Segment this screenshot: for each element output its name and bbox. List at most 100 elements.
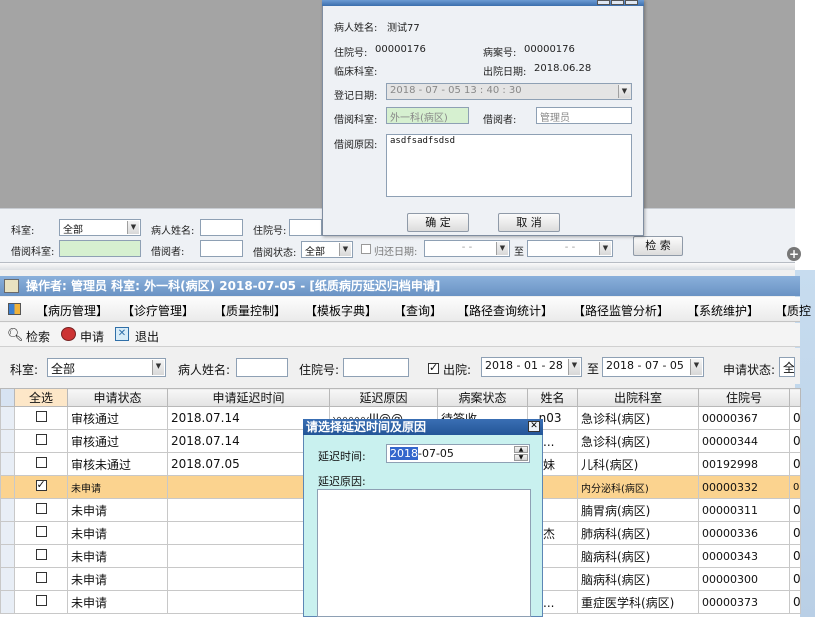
row-indicator[interactable] (0, 498, 15, 522)
filter-date-to-value: 2018 - 07 - 05 (606, 359, 684, 372)
filter-dept-select[interactable]: 全部 ▼ (47, 358, 166, 377)
d1-borrow-dept-input[interactable]: 外一科(病区) (386, 107, 469, 124)
menu-treatment-management[interactable]: 【诊疗管理】 (122, 302, 194, 319)
row-checkbox[interactable] (35, 434, 47, 445)
row-indicator[interactable] (0, 406, 15, 430)
chevron-down-icon[interactable]: ▼ (152, 360, 164, 375)
d1-inpatient-no-value: 00000176 (375, 44, 426, 55)
inpatient-no-input[interactable] (289, 219, 322, 236)
menu-quality-truncated[interactable]: 【质控 (775, 302, 811, 319)
filter-patient-name-input[interactable] (236, 358, 288, 377)
row-checkbox[interactable] (35, 572, 47, 583)
row-indicator[interactable] (0, 475, 15, 499)
d1-patient-name-value: 测试77 (387, 23, 420, 34)
d1-reason-textarea[interactable]: asdfsadfsdsd (386, 134, 632, 197)
row-checkbox-cell (14, 429, 68, 453)
close-icon[interactable] (625, 0, 638, 5)
row-indicator[interactable] (0, 452, 15, 476)
delay-time-rest[interactable]: -07-05 (418, 447, 454, 460)
row-indicator[interactable] (0, 567, 15, 591)
header-discharge-dept[interactable]: 出院科室 (577, 388, 699, 407)
filter-date-from[interactable]: 2018 - 01 - 28 ▼ (481, 357, 582, 377)
return-date-to[interactable]: - - ▼ (527, 240, 613, 257)
menu-path-query-stats[interactable]: 【路径查询统计】 (457, 302, 553, 319)
row-checkbox[interactable] (35, 478, 47, 491)
menu-system-maintenance[interactable]: 【系统维护】 (687, 302, 759, 319)
row-checkbox[interactable] (35, 457, 47, 468)
d1-cancel-button[interactable]: 取 消 (498, 213, 560, 232)
row-indicator[interactable] (0, 429, 15, 453)
header-name[interactable]: 姓名 (527, 388, 578, 407)
row-indicator[interactable] (0, 590, 15, 614)
chevron-down-icon[interactable]: ▼ (618, 85, 630, 98)
row-checkbox[interactable] (35, 503, 47, 514)
spin-up-icon[interactable]: ▲ (514, 446, 528, 453)
menu-record-management[interactable]: 【病历管理】 (36, 302, 108, 319)
chevron-down-icon[interactable]: ▼ (599, 242, 611, 255)
close-icon[interactable]: ✕ (528, 421, 540, 432)
header-inpatient-no[interactable]: 住院号 (698, 388, 790, 407)
filter-bar: 科室: 全部 ▼ 病人姓名: 住院号: 出院: 2018 - 01 - 28 ▼ 至… (0, 348, 800, 384)
row-apply-status: 未申请 (67, 498, 168, 522)
header-select-all[interactable]: 全选 (14, 388, 68, 407)
minimize-icon[interactable] (597, 0, 610, 5)
header-apply-status[interactable]: 申请状态 (67, 388, 168, 407)
chevron-down-icon[interactable]: ▼ (568, 359, 580, 375)
delay-reason-textarea[interactable] (317, 489, 531, 617)
dept-select[interactable]: 全部 ▼ (59, 219, 141, 236)
borrow-dept-input[interactable] (59, 240, 141, 257)
chevron-down-icon[interactable]: ▼ (127, 221, 139, 234)
row-checkbox[interactable] (35, 549, 47, 560)
header-delay-reason[interactable]: 延迟原因 (329, 388, 438, 407)
menu-template-dictionary[interactable]: 【模板字典】 (305, 302, 377, 319)
header-extra[interactable] (789, 388, 801, 407)
filter-inpatient-no-input[interactable] (343, 358, 409, 377)
zoom-in-icon[interactable]: + (787, 247, 801, 261)
d1-discharge-date-value: 2018.06.28 (534, 63, 592, 74)
toolbar-search-button[interactable]: 检索 (26, 328, 50, 345)
d1-borrower-label: 借阅者: (483, 115, 517, 126)
toolbar: 🔍︎ 检索 申请 ✕ 退出 (0, 323, 800, 347)
row-discharge-dept: 肺病科(病区) (577, 521, 699, 545)
row-checkbox[interactable] (35, 411, 47, 422)
header-delay-time[interactable]: 申请延迟时间 (167, 388, 330, 407)
filter-dept-value: 全部 (51, 362, 76, 376)
row-checkbox[interactable] (35, 526, 47, 537)
top-search-button[interactable]: 检 索 (633, 236, 683, 256)
return-date-from[interactable]: - - ▼ (424, 240, 510, 257)
toolbar-apply-button[interactable]: 申请 (80, 328, 104, 345)
menu-path-supervision[interactable]: 【路径监管分析】 (573, 302, 669, 319)
dialog-window-controls (597, 0, 639, 6)
d1-register-date-picker[interactable]: 2018 - 07 - 05 13 : 40 : 30 ▼ (386, 83, 632, 100)
toolbar-exit-button[interactable]: 退出 (135, 328, 159, 345)
delay-time-year[interactable]: 2018 (390, 447, 418, 460)
exit-icon[interactable]: ✕ (115, 327, 129, 341)
delay-time-picker[interactable]: 2018-07-05 (386, 444, 530, 463)
filter-date-to[interactable]: 2018 - 07 - 05 ▼ (602, 357, 704, 377)
patient-name-input[interactable] (200, 219, 243, 236)
menu-quality-control[interactable]: 【质量控制】 (214, 302, 286, 319)
filter-apply-status-select[interactable]: 全 (779, 357, 795, 377)
menu-query[interactable]: 【查询】 (394, 302, 442, 319)
borrow-status-select[interactable]: 全部 ▼ (301, 241, 353, 258)
d1-borrower-input[interactable]: 管理员 (536, 107, 632, 124)
row-indicator[interactable] (0, 544, 15, 568)
maximize-icon[interactable] (611, 0, 624, 5)
main-window-title: 操作者: 管理员 科室: 外一科(病区) 2018-07-05 - [纸质病历延… (0, 276, 800, 296)
apply-icon[interactable] (61, 327, 76, 341)
header-record-status[interactable]: 病案状态 (437, 388, 528, 407)
row-checkbox[interactable] (35, 595, 47, 606)
search-icon[interactable]: 🔍︎ (7, 328, 24, 343)
menu-app-icon[interactable] (8, 303, 21, 315)
borrower-input[interactable] (200, 240, 243, 257)
discharge-checkbox[interactable] (428, 361, 439, 374)
row-discharge-dept: 急诊科(病区) (577, 429, 699, 453)
chevron-down-icon[interactable]: ▼ (690, 359, 702, 375)
chevron-down-icon[interactable]: ▼ (339, 243, 351, 256)
row-inpatient-no: 00000367 (698, 406, 790, 430)
return-date-checkbox[interactable] (361, 244, 371, 254)
chevron-down-icon[interactable]: ▼ (496, 242, 508, 255)
row-indicator[interactable] (0, 521, 15, 545)
spin-down-icon[interactable]: ▼ (514, 454, 528, 461)
d1-ok-button[interactable]: 确 定 (407, 213, 469, 232)
